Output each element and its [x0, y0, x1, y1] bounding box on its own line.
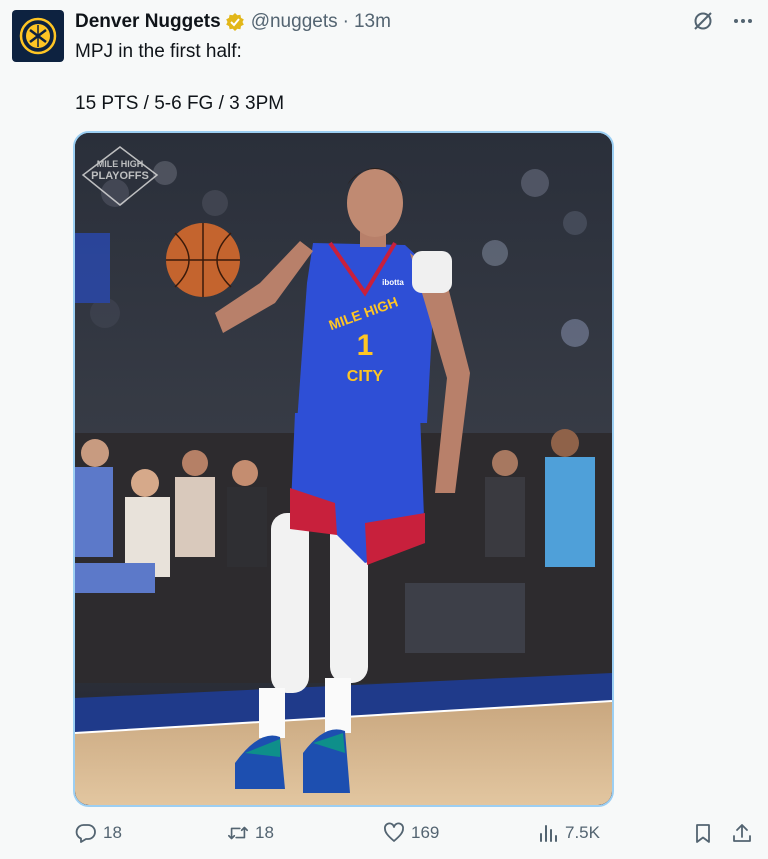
- views-count: 7.5K: [565, 823, 600, 842]
- tweet-actions: 18 18 169 7.5K: [75, 818, 755, 848]
- views-button[interactable]: 7.5K: [537, 818, 600, 848]
- timestamp[interactable]: 13m: [354, 11, 391, 33]
- share-button[interactable]: [731, 818, 753, 848]
- tweet-media-photo[interactable]: MILE HIGH PLAYOFFS MILE HIGH 1 CITY ibot…: [73, 131, 614, 807]
- retweet-icon: [227, 822, 249, 844]
- jersey-number: 1: [357, 329, 374, 362]
- like-count: 169: [411, 823, 440, 842]
- author-name[interactable]: Denver Nuggets: [75, 11, 221, 33]
- retweet-button[interactable]: 18: [227, 818, 274, 848]
- separator: ·: [342, 11, 349, 32]
- like-button[interactable]: 169: [383, 818, 439, 848]
- reply-button[interactable]: 18: [75, 818, 122, 848]
- share-icon: [731, 822, 753, 844]
- more-icon[interactable]: [732, 10, 754, 32]
- verified-badge-icon[interactable]: [225, 12, 245, 32]
- tweet-text: MPJ in the first half: 15 PTS / 5-6 FG /…: [75, 39, 735, 117]
- views-icon: [537, 822, 559, 844]
- watermark-line2: PLAYOFFS: [91, 170, 149, 182]
- tweet-header: Denver Nuggets @nuggets · 13m: [75, 11, 391, 33]
- player-photo: MILE HIGH PLAYOFFS MILE HIGH 1 CITY ibot…: [75, 133, 612, 805]
- jersey-sponsor: ibotta: [382, 278, 404, 287]
- tweet-text-line: MPJ in the first half:: [75, 41, 242, 62]
- retweet-count: 18: [255, 823, 274, 842]
- reply-icon: [75, 822, 97, 844]
- watermark-line1: MILE HIGH: [97, 159, 144, 169]
- reply-count: 18: [103, 823, 122, 842]
- tweet-text-line: 15 PTS / 5-6 FG / 3 3PM: [75, 93, 285, 114]
- grok-icon[interactable]: [692, 10, 714, 32]
- basketball-icon: [166, 223, 240, 297]
- like-icon: [383, 822, 405, 844]
- avatar[interactable]: [12, 10, 64, 62]
- jersey-line2: CITY: [347, 368, 384, 385]
- bookmark-icon: [692, 822, 714, 844]
- author-handle[interactable]: @nuggets: [251, 11, 338, 33]
- nuggets-logo: [19, 17, 57, 55]
- bookmark-button[interactable]: [692, 818, 714, 848]
